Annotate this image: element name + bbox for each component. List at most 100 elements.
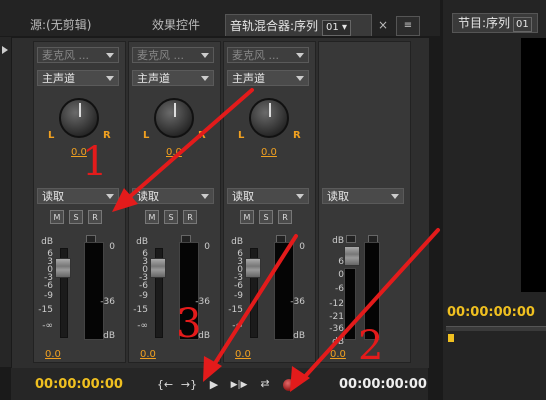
- fader-scale-tick: dB: [136, 237, 148, 247]
- volume-fader-handle[interactable]: [245, 258, 261, 278]
- close-icon[interactable]: ×: [378, 18, 388, 32]
- track-output-dropdown[interactable]: 主声道: [227, 70, 309, 86]
- fader-scale-tick: -9: [234, 291, 243, 301]
- track-output-label: 主声道: [137, 72, 170, 85]
- program-sequence-selector[interactable]: 01: [513, 17, 532, 32]
- track-volume-value[interactable]: 0.0: [330, 349, 346, 360]
- automation-mode-dropdown[interactable]: 读取: [227, 188, 309, 204]
- sequence-selector[interactable]: 01 ▾: [322, 20, 351, 36]
- master-scale-tick: -36: [329, 324, 344, 334]
- master-fader-handle[interactable]: [344, 246, 360, 266]
- automation-mode-dropdown[interactable]: 读取: [132, 188, 214, 204]
- audio-level-meter: [84, 242, 104, 340]
- panel-left-strip: [0, 37, 11, 367]
- track-output-dropdown[interactable]: 主声道: [37, 70, 119, 86]
- record-enable-button[interactable]: R: [183, 210, 197, 224]
- automation-mode-label: 读取: [42, 190, 64, 203]
- fader-scale-tick: -9: [44, 291, 53, 301]
- chevron-down-icon: [296, 194, 304, 199]
- play-icon[interactable]: ▶: [207, 378, 221, 392]
- solo-button[interactable]: S: [69, 210, 83, 224]
- chevron-down-icon: [296, 76, 304, 81]
- record-enable-button[interactable]: R: [88, 210, 102, 224]
- track-input-label: 麦克风 ...: [232, 49, 279, 62]
- pan-value[interactable]: 0.0: [261, 147, 277, 158]
- pan-right-label: R: [293, 130, 301, 141]
- pan-value[interactable]: 0.0: [166, 147, 182, 158]
- fader-scale-tick: -6: [44, 281, 53, 291]
- volume-fader-handle[interactable]: [55, 258, 71, 278]
- mute-button[interactable]: M: [50, 210, 64, 224]
- record-enable-button[interactable]: R: [278, 210, 292, 224]
- pan-knob[interactable]: [154, 98, 194, 138]
- expand-triangle-icon[interactable]: [2, 46, 8, 54]
- tab-effect-controls[interactable]: 效果控件: [144, 14, 208, 36]
- track-output-dropdown[interactable]: 主声道: [132, 70, 214, 86]
- tab-audio-mixer-label: 音轨混合器:序列: [230, 19, 319, 33]
- tab-program[interactable]: 节目:序列 01: [452, 13, 538, 33]
- out-timecode: 00:00:00:00: [339, 377, 427, 392]
- fader-scale-tick: -15: [133, 305, 148, 315]
- pan-left-label: L: [48, 130, 55, 141]
- annotation-label-2: 2: [358, 323, 384, 369]
- automation-mode-label: 读取: [137, 190, 159, 203]
- playhead-marker[interactable]: [448, 334, 454, 342]
- automation-mode-dropdown[interactable]: 读取: [322, 188, 404, 204]
- chevron-down-icon: [391, 194, 399, 199]
- tab-effect-controls-label: 效果控件: [152, 18, 201, 32]
- mute-button[interactable]: M: [240, 210, 254, 224]
- record-icon[interactable]: [283, 379, 295, 391]
- fader-scale-tick: -∞: [42, 321, 53, 331]
- master-scale-tick: 0: [338, 270, 344, 280]
- annotation-label-1: 1: [82, 139, 108, 185]
- pan-knob[interactable]: [59, 98, 99, 138]
- annotation-label-3: 3: [176, 301, 202, 347]
- chevron-down-icon: [106, 76, 114, 81]
- go-to-out-point-icon[interactable]: →}: [180, 378, 198, 392]
- pan-knob[interactable]: [249, 98, 289, 138]
- meter-scale-tick: 0: [299, 242, 305, 252]
- panel-menu-icon: ≡: [403, 20, 413, 31]
- track-volume-value[interactable]: 0.0: [45, 349, 61, 360]
- loop-icon[interactable]: ⇄: [256, 377, 274, 391]
- meter-scale-tick: -36: [290, 297, 305, 307]
- track-input-label: 麦克风 ...: [42, 49, 89, 62]
- sequence-selector-value: 01: [326, 22, 339, 33]
- pan-left-label: L: [238, 130, 245, 141]
- track-volume-value[interactable]: 0.0: [235, 349, 251, 360]
- track-input-dropdown[interactable]: 麦克风 ...: [227, 47, 309, 63]
- fader-scale-tick: -15: [228, 305, 243, 315]
- master-scale-tick: 6: [338, 257, 344, 267]
- automation-mode-dropdown[interactable]: 读取: [37, 188, 119, 204]
- program-timecode[interactable]: 00:00:00:00: [447, 305, 535, 320]
- program-time-ruler[interactable]: [446, 326, 546, 331]
- in-timecode[interactable]: 00:00:00:00: [35, 377, 123, 392]
- tab-source-label: 源:(无剪辑): [30, 18, 92, 32]
- master-meter-left: [344, 268, 356, 340]
- tab-audio-track-mixer[interactable]: 音轨混合器:序列 01 ▾: [225, 14, 372, 36]
- tab-program-label: 节目:序列: [458, 16, 511, 30]
- audio-level-meter: [274, 242, 294, 340]
- volume-fader-handle[interactable]: [150, 258, 166, 278]
- solo-button[interactable]: S: [164, 210, 178, 224]
- go-to-in-point-icon[interactable]: {←: [156, 378, 174, 392]
- track-input-dropdown[interactable]: 麦克风 ...: [132, 47, 214, 63]
- track-output-label: 主声道: [42, 72, 75, 85]
- mute-button[interactable]: M: [145, 210, 159, 224]
- panel-menu-button[interactable]: ≡: [396, 16, 420, 36]
- meter-scale-tick: dB: [103, 331, 115, 341]
- tab-source[interactable]: 源:(无剪辑): [22, 14, 99, 36]
- track-volume-value[interactable]: 0.0: [140, 349, 156, 360]
- automation-mode-label: 读取: [232, 190, 254, 203]
- chevron-down-icon: [106, 53, 114, 58]
- play-in-to-out-icon[interactable]: ▶|▶: [228, 378, 250, 392]
- master-scale-tick: -21: [329, 312, 344, 322]
- master-scale-tick: -12: [329, 299, 344, 309]
- fader-scale-tick: -6: [139, 281, 148, 291]
- fader-scale-tick: dB: [231, 237, 243, 247]
- master-clip-indicator-left[interactable]: [346, 235, 356, 243]
- master-scale-tick: dB: [332, 236, 344, 246]
- fader-scale-tick: dB: [41, 237, 53, 247]
- track-input-dropdown[interactable]: 麦克风 ...: [37, 47, 119, 63]
- solo-button[interactable]: S: [259, 210, 273, 224]
